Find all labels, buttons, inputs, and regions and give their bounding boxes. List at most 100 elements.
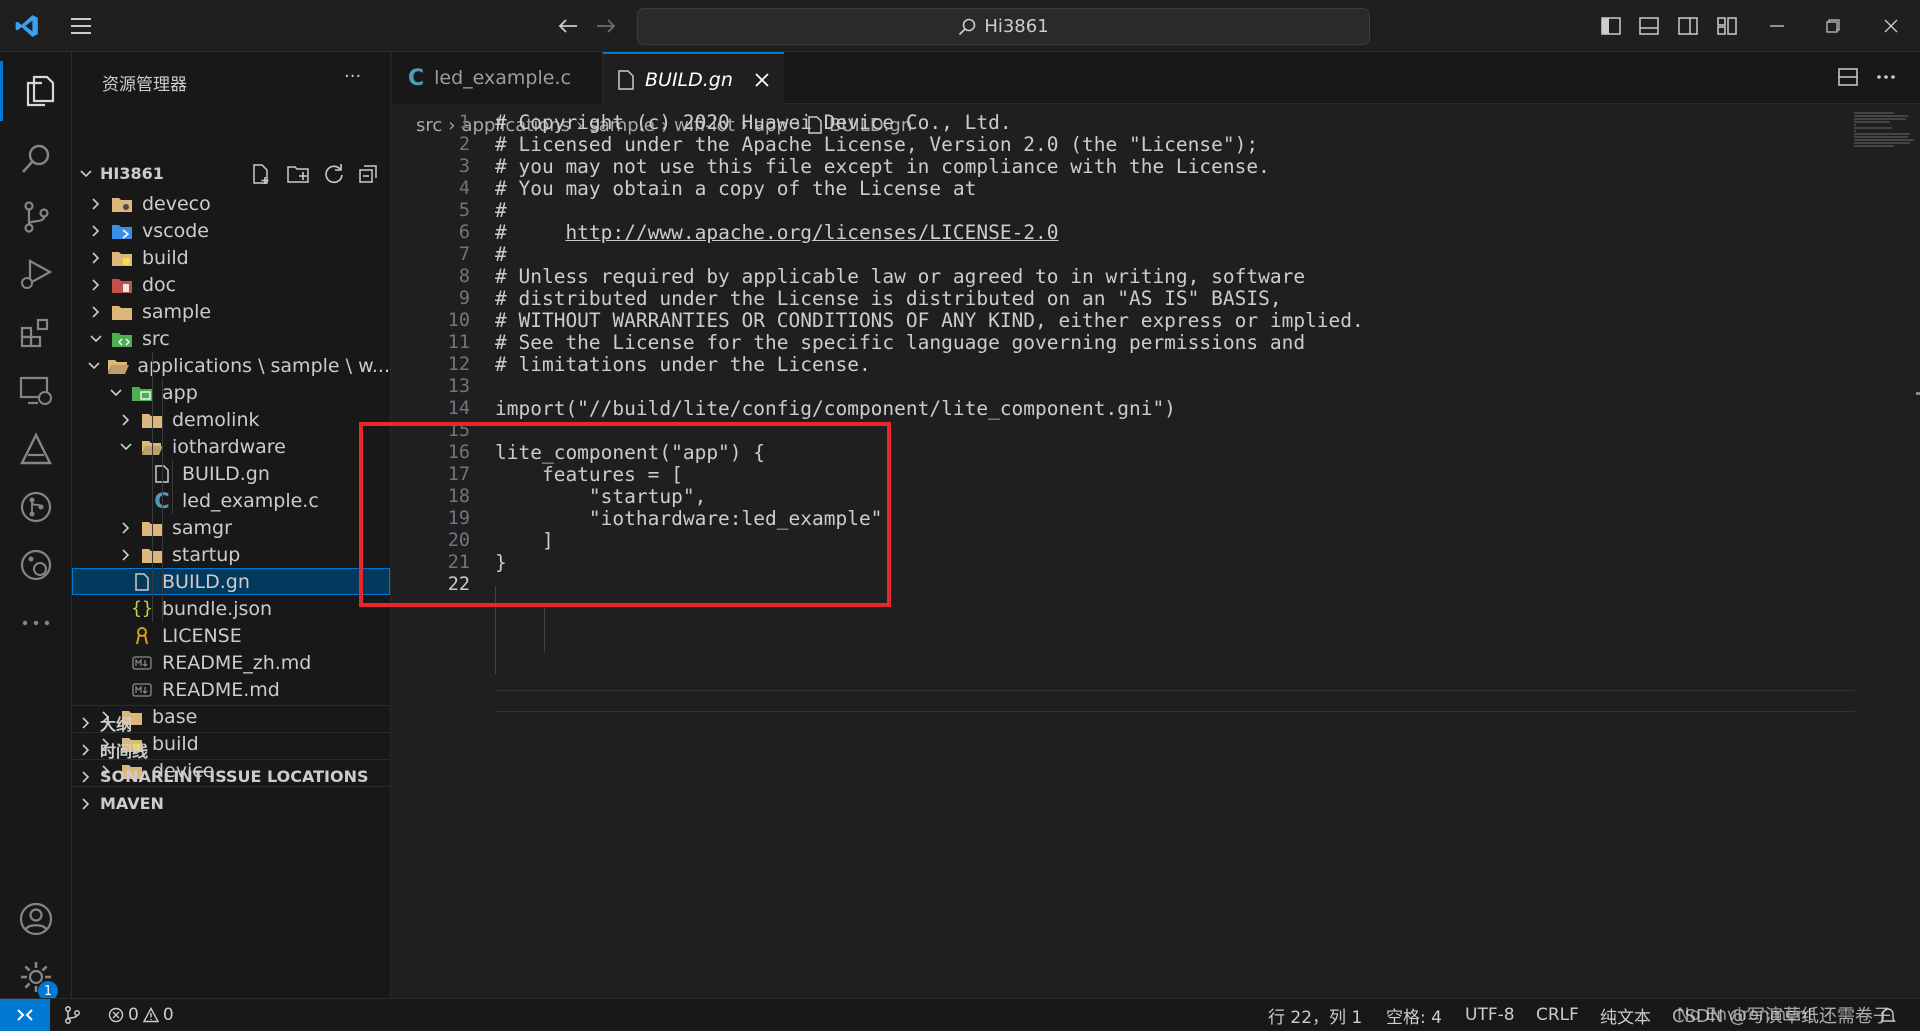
encoding-status[interactable]: UTF-8 — [1465, 999, 1515, 1031]
tree-item-label: bundle.json — [162, 597, 273, 620]
forward-arrow-icon[interactable] — [592, 12, 620, 40]
close-tab-icon[interactable] — [755, 73, 769, 87]
tab-led-example-c[interactable]: C led_example.c — [392, 52, 603, 104]
search-text: Hi3861 — [984, 16, 1049, 37]
tree-file-item[interactable]: LICENSE — [72, 622, 390, 649]
code-line[interactable]: # limitations under the License. — [495, 353, 871, 376]
line-number: 12 — [447, 354, 470, 375]
tree-folder-item[interactable]: demolink — [72, 406, 390, 433]
title-bar: Hi3861 — [0, 0, 1920, 52]
git-lens-icon[interactable] — [0, 535, 72, 595]
code-line[interactable]: # — [495, 243, 507, 266]
tree-folder-item[interactable]: src — [72, 325, 390, 352]
restore-icon[interactable] — [1818, 13, 1848, 39]
toggle-secondary-sidebar-icon[interactable] — [1675, 13, 1701, 39]
git-graph-icon[interactable] — [0, 477, 72, 537]
split-editor-icon[interactable] — [1838, 68, 1858, 86]
line-number: 8 — [458, 266, 470, 287]
editor-area[interactable]: src › applications › sample › wifi-iot ›… — [359, 104, 1920, 998]
code-line[interactable]: # Unless required by applicable law or a… — [495, 265, 1305, 288]
indentation-status[interactable]: 空格: 4 — [1386, 999, 1442, 1031]
workspace-root[interactable]: HI3861 — [72, 157, 390, 190]
tree-item-label: samgr — [172, 516, 232, 539]
remote-explorer-icon[interactable] — [0, 361, 72, 421]
deveco-icon[interactable] — [0, 419, 72, 479]
tree-folder-item[interactable]: doc — [72, 271, 390, 298]
folder-doc-icon — [110, 275, 134, 295]
refresh-icon[interactable] — [323, 163, 345, 185]
minimize-icon[interactable] — [1762, 13, 1792, 39]
toggle-primary-sidebar-icon[interactable] — [1598, 13, 1624, 39]
license-link[interactable]: http://www.apache.org/licenses/LICENSE-2… — [565, 221, 1058, 244]
tree-folder-item[interactable]: applications \ sample \ w... — [72, 352, 390, 379]
tree-file-item[interactable]: README_zh.md — [72, 649, 390, 676]
c-file-icon: C — [408, 65, 425, 91]
vertical-scrollbar[interactable] — [1916, 104, 1920, 998]
maven-section[interactable]: MAVEN — [72, 786, 390, 820]
branch-status[interactable] — [62, 999, 82, 1031]
back-arrow-icon[interactable] — [554, 12, 582, 40]
tree-file-item[interactable]: {} bundle.json — [72, 595, 390, 622]
tree-folder-item[interactable]: build — [72, 244, 390, 271]
tree-folder-item[interactable]: app — [72, 379, 390, 406]
code-line[interactable]: # distributed under the License is distr… — [495, 287, 1282, 310]
folder-open-icon — [107, 356, 130, 376]
code-line[interactable]: # WITHOUT WARRANTIES OR CONDITIONS OF AN… — [495, 309, 1364, 332]
code-line[interactable]: import("//build/lite/config/component/li… — [495, 397, 1176, 420]
explorer-more-button[interactable]: ··· — [344, 66, 361, 87]
maven-section-label: MAVEN — [100, 794, 164, 813]
problems-status[interactable]: 0 0 — [108, 999, 174, 1031]
line-number: 6 — [458, 222, 470, 243]
tree-item-label: build — [142, 246, 189, 269]
account-icon[interactable] — [0, 889, 72, 949]
indent-guide — [544, 608, 545, 652]
code-line[interactable]: # You may obtain a copy of the License a… — [495, 177, 976, 200]
tree-file-item[interactable]: README.md — [72, 676, 390, 703]
search-icon[interactable] — [0, 129, 72, 189]
language-mode[interactable]: 纯文本 — [1600, 999, 1651, 1031]
tree-folder-item[interactable]: vscode — [72, 217, 390, 244]
line-number: 9 — [458, 288, 470, 309]
code-line[interactable]: # you may not use this file except in co… — [495, 155, 1270, 178]
tree-file-item[interactable]: BUILD.gn — [72, 568, 390, 595]
menu-icon[interactable] — [66, 12, 96, 40]
cursor-position[interactable]: 行 22，列 1 — [1268, 999, 1362, 1031]
tab-label: BUILD.gn — [645, 69, 733, 91]
minimap[interactable] — [1852, 110, 1918, 150]
source-control-icon[interactable] — [0, 187, 72, 247]
command-center-search[interactable]: Hi3861 — [637, 8, 1370, 45]
code-line[interactable]: # Licensed under the Apache License, Ver… — [495, 133, 1258, 156]
tab-build-gn[interactable]: BUILD.gn — [603, 52, 784, 106]
close-window-icon[interactable] — [1876, 13, 1906, 39]
tree-indent-guide — [162, 379, 163, 622]
more-views-icon[interactable] — [0, 593, 72, 653]
toggle-panel-icon[interactable] — [1636, 13, 1662, 39]
tree-folder-item[interactable]: startup — [72, 541, 390, 568]
tree-folder-item[interactable]: samgr — [72, 514, 390, 541]
tree-folder-item[interactable]: iothardware — [72, 433, 390, 460]
error-count: 0 — [128, 1005, 139, 1025]
code-line[interactable]: # — [495, 199, 507, 222]
folder-build-icon — [110, 248, 134, 268]
extensions-icon[interactable] — [0, 303, 72, 363]
code-line[interactable]: # http://www.apache.org/licenses/LICENSE… — [495, 221, 1059, 244]
remote-indicator[interactable] — [0, 999, 50, 1031]
folder-src-icon — [110, 329, 134, 349]
eol-status[interactable]: CRLF — [1536, 999, 1579, 1031]
line-number: 4 — [458, 178, 470, 199]
tree-file-item[interactable]: Cled_example.c — [72, 487, 390, 514]
new-folder-icon[interactable] — [286, 163, 310, 185]
tree-folder-item[interactable]: deveco — [72, 190, 390, 217]
tree-folder-item[interactable]: sample — [72, 298, 390, 325]
notifications-bell-icon[interactable] — [1880, 999, 1896, 1031]
collapse-all-icon[interactable] — [357, 163, 379, 185]
editor-more-icon[interactable] — [1876, 74, 1896, 80]
new-file-icon[interactable] — [250, 163, 272, 185]
explorer-icon[interactable] — [0, 61, 75, 121]
code-line[interactable]: # Copyright (c) 2020 Huawei Device Co., … — [495, 111, 1012, 134]
code-line[interactable]: # See the License for the specific langu… — [495, 331, 1305, 354]
tree-file-item[interactable]: BUILD.gn — [72, 460, 390, 487]
error-icon — [108, 1007, 124, 1023]
run-debug-icon[interactable] — [0, 245, 72, 305]
customize-layout-icon[interactable] — [1714, 13, 1740, 39]
